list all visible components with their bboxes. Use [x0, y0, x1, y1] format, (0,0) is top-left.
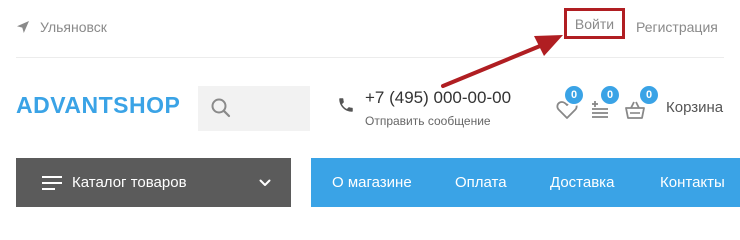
wishlist-count-badge: 0 [563, 84, 585, 106]
main-menu: О магазине Оплата Доставка Контакты [311, 158, 740, 207]
phone-number[interactable]: +7 (495) 000-00-00 [365, 88, 511, 108]
send-message-link[interactable]: Отправить сообщение [365, 114, 491, 128]
menu-item-payment[interactable]: Оплата [455, 158, 507, 207]
city-label: Ульяновск [40, 19, 107, 35]
top-divider [16, 57, 724, 58]
catalog-label: Каталог товаров [72, 174, 187, 191]
cart-button[interactable]: 0 [624, 84, 660, 122]
menu-item-contacts[interactable]: Контакты [660, 158, 725, 207]
wishlist-button[interactable]: 0 [556, 84, 585, 122]
compare-button[interactable]: 0 [590, 84, 621, 122]
compare-count-badge: 0 [599, 84, 621, 106]
catalog-dropdown[interactable]: Каталог товаров [16, 158, 291, 207]
login-link[interactable]: Войти [564, 8, 625, 39]
chevron-down-icon [259, 179, 271, 186]
search-icon[interactable] [210, 97, 232, 119]
location-arrow-icon [17, 21, 29, 33]
hamburger-icon [42, 175, 62, 190]
register-link[interactable]: Регистрация [636, 16, 718, 38]
menu-item-delivery[interactable]: Доставка [550, 158, 614, 207]
city-selector[interactable]: Ульяновск [16, 16, 107, 38]
logo[interactable]: ADVANTSHOP [16, 92, 180, 119]
menu-item-about[interactable]: О магазине [332, 158, 412, 207]
phone-icon [339, 98, 353, 112]
cart-count-badge: 0 [638, 84, 660, 106]
cart-label[interactable]: Корзина [666, 99, 723, 116]
